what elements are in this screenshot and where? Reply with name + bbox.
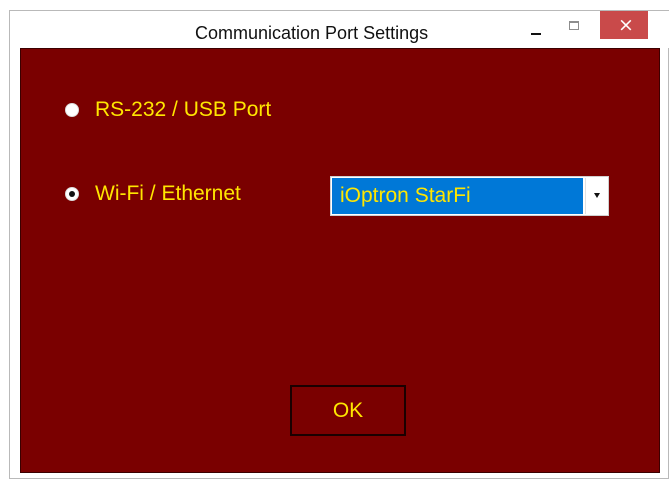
communication-port-settings-window: Communication Port Settings × RS-232 / U… bbox=[0, 0, 670, 480]
minimize-button[interactable] bbox=[522, 19, 550, 45]
close-button[interactable]: × bbox=[600, 11, 648, 39]
device-dropdown-selected-value: iOptron StarFi bbox=[332, 178, 583, 214]
chevron-down-icon bbox=[594, 193, 600, 198]
dropdown-arrow-button[interactable] bbox=[585, 178, 607, 214]
radio-button-wifi-selected[interactable] bbox=[65, 187, 79, 201]
connection-option-label-wifi: Wi-Fi / Ethernet bbox=[95, 182, 241, 205]
connection-option-serial[interactable]: RS-232 / USB Port bbox=[65, 96, 315, 126]
radio-button-serial[interactable] bbox=[65, 103, 79, 117]
maximize-icon bbox=[569, 21, 579, 30]
ok-button[interactable]: OK bbox=[290, 385, 406, 436]
connection-option-label-serial: RS-232 / USB Port bbox=[95, 98, 272, 121]
title-bar: Communication Port Settings × bbox=[10, 11, 669, 48]
device-dropdown[interactable]: iOptron StarFi bbox=[330, 176, 609, 216]
connection-option-wifi[interactable]: Wi-Fi / Ethernet bbox=[65, 180, 285, 210]
settings-panel: RS-232 / USB Port Wi-Fi / Ethernet iOptr… bbox=[20, 48, 660, 473]
minimize-icon bbox=[531, 33, 541, 35]
window-title: Communication Port Settings bbox=[195, 23, 429, 43]
maximize-button[interactable] bbox=[562, 17, 590, 43]
close-icon: × bbox=[618, 14, 634, 36]
